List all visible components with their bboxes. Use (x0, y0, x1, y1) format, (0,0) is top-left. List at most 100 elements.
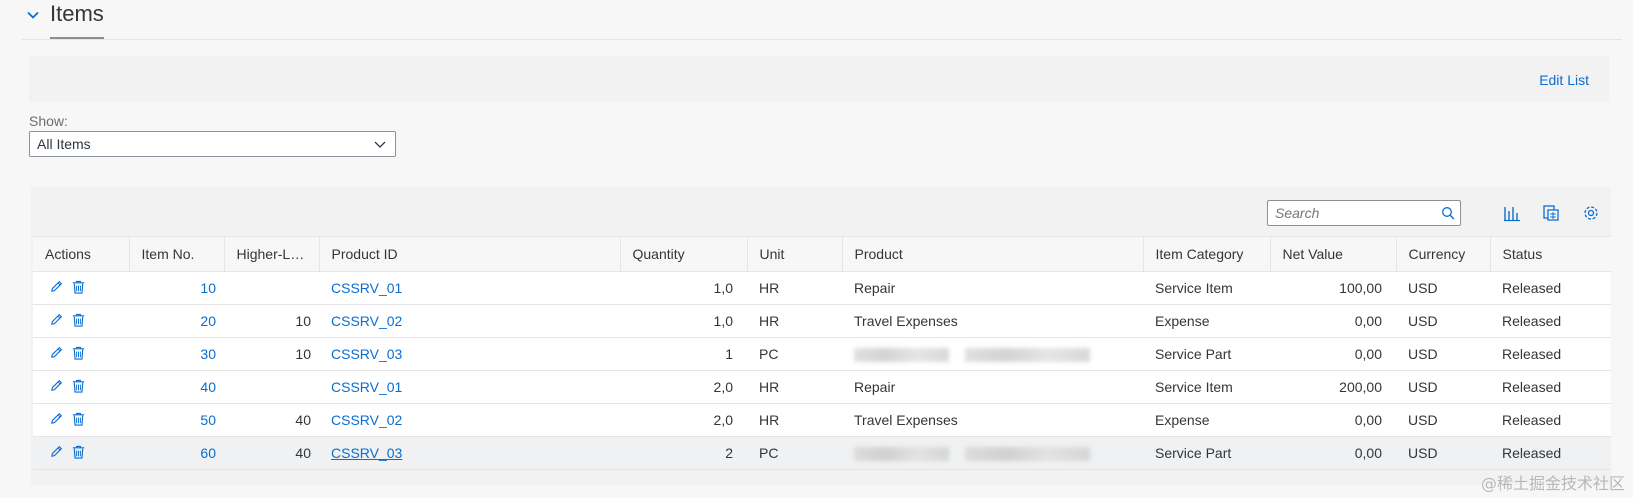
delete-trash-icon[interactable] (71, 312, 87, 328)
cell-quantity: 2,0 (620, 370, 747, 404)
table-row[interactable]: 20 10 CSSRV_02 1,0 HR Travel Expenses Ex… (33, 304, 1611, 338)
cell-item-category: Service Part (1143, 337, 1270, 371)
cell-currency: USD (1396, 370, 1490, 404)
cell-item-category: Service Item (1143, 271, 1270, 305)
product-id-link[interactable]: CSSRV_03 (331, 346, 402, 362)
column-header-item-no[interactable]: Item No. (129, 236, 225, 272)
cell-net-value: 0,00 (1270, 304, 1396, 338)
cell-product-id: CSSRV_03 (319, 337, 620, 371)
column-header-product-id[interactable]: Product ID (319, 236, 621, 272)
column-header-net-value[interactable]: Net Value (1270, 236, 1397, 272)
cell-item-no[interactable]: 30 (129, 337, 224, 371)
cell-unit: PC (747, 337, 842, 371)
column-header-unit[interactable]: Unit (747, 236, 843, 272)
table-row[interactable]: 50 40 CSSRV_02 2,0 HR Travel Expenses Ex… (33, 403, 1611, 437)
cell-quantity: 1,0 (620, 304, 747, 338)
watermark: @稀土掘金技术社区 (1480, 474, 1625, 493)
delete-trash-icon[interactable] (71, 279, 87, 295)
cell-actions (33, 370, 129, 404)
show-select-value: All Items (37, 136, 91, 152)
product-id-link[interactable]: CSSRV_02 (331, 412, 402, 428)
cell-status: Released (1490, 370, 1611, 404)
cell-product: Repair (842, 271, 1143, 305)
export-icon[interactable] (1540, 202, 1562, 224)
cell-actions (33, 337, 129, 371)
cell-currency: USD (1396, 271, 1490, 305)
column-header-actions[interactable]: Actions (33, 236, 130, 272)
sort-columns-icon[interactable] (1501, 202, 1523, 224)
cell-unit: HR (747, 370, 842, 404)
cell-product: Travel Expenses (842, 403, 1143, 437)
column-header-item-category[interactable]: Item Category (1143, 236, 1271, 272)
edit-pencil-icon[interactable] (49, 312, 65, 328)
edit-pencil-icon[interactable] (49, 378, 65, 394)
delete-trash-icon[interactable] (71, 345, 87, 361)
gear-icon[interactable] (1580, 202, 1602, 224)
table-row[interactable]: 10 CSSRV_01 1,0 HR Repair Service Item 1… (33, 271, 1611, 305)
search-icon[interactable] (1441, 206, 1455, 220)
edit-pencil-icon[interactable] (49, 345, 65, 361)
cell-product-redacted (842, 436, 1143, 470)
cell-net-value: 0,00 (1270, 337, 1396, 371)
cell-status: Released (1490, 403, 1611, 437)
title-underline (50, 37, 104, 39)
cell-currency: USD (1396, 436, 1490, 470)
delete-trash-icon[interactable] (71, 378, 87, 394)
delete-trash-icon[interactable] (71, 411, 87, 427)
cell-higher-level: 40 (224, 436, 319, 470)
column-header-quantity[interactable]: Quantity (620, 236, 748, 272)
product-id-link[interactable]: CSSRV_02 (331, 313, 402, 329)
show-select[interactable]: All Items (29, 131, 396, 157)
cell-actions (33, 271, 129, 305)
show-label: Show: (29, 113, 68, 129)
cell-quantity: 1 (620, 337, 747, 371)
table-row[interactable]: 30 10 CSSRV_03 1 PC Service Part 0,00 US… (33, 337, 1611, 371)
column-header-higher-level[interactable]: Higher-Le... (224, 236, 320, 272)
cell-quantity: 1,0 (620, 271, 747, 305)
edit-pencil-icon[interactable] (49, 444, 65, 460)
cell-actions (33, 304, 129, 338)
edit-pencil-icon[interactable] (49, 411, 65, 427)
cell-actions (33, 436, 129, 470)
edit-list-link[interactable]: Edit List (1539, 72, 1589, 88)
table-search[interactable] (1267, 200, 1461, 226)
delete-trash-icon[interactable] (71, 444, 87, 460)
cell-unit: HR (747, 304, 842, 338)
cell-currency: USD (1396, 304, 1490, 338)
table-row[interactable]: 40 CSSRV_01 2,0 HR Repair Service Item 2… (33, 370, 1611, 404)
column-header-currency[interactable]: Currency (1396, 236, 1491, 272)
cell-item-no[interactable]: 60 (129, 436, 224, 470)
collapse-chevron-icon[interactable] (24, 6, 42, 24)
cell-item-category: Expense (1143, 304, 1270, 338)
edit-pencil-icon[interactable] (49, 279, 65, 295)
product-id-link[interactable]: CSSRV_01 (331, 379, 402, 395)
cell-quantity: 2,0 (620, 403, 747, 437)
product-id-link[interactable]: CSSRV_03 (331, 445, 402, 461)
cell-unit: PC (747, 436, 842, 470)
cell-actions (33, 403, 129, 437)
cell-higher-level (224, 271, 319, 305)
cell-status: Released (1490, 337, 1611, 371)
cell-item-no[interactable]: 50 (129, 403, 224, 437)
cell-status: Released (1490, 304, 1611, 338)
cell-net-value: 100,00 (1270, 271, 1396, 305)
cell-item-no[interactable]: 40 (129, 370, 224, 404)
column-header-status[interactable]: Status (1490, 236, 1611, 272)
cell-higher-level (224, 370, 319, 404)
cell-net-value: 200,00 (1270, 370, 1396, 404)
product-id-link[interactable]: CSSRV_01 (331, 280, 402, 296)
section-header: Items (22, 0, 1622, 40)
cell-item-category: Expense (1143, 403, 1270, 437)
cell-item-no[interactable]: 20 (129, 304, 224, 338)
chevron-down-icon (373, 137, 387, 151)
cell-item-no[interactable]: 10 (129, 271, 224, 305)
cell-status: Released (1490, 271, 1611, 305)
column-header-product[interactable]: Product (842, 236, 1144, 272)
search-input[interactable] (1268, 201, 1428, 225)
table-header-row: Actions Item No. Higher-Le... Product ID… (33, 236, 1611, 272)
cell-product-id: CSSRV_03 (319, 436, 620, 470)
cell-unit: HR (747, 271, 842, 305)
cell-product: Travel Expenses (842, 304, 1143, 338)
table-row[interactable]: 60 40 CSSRV_03 2 PC Service Part 0,00 US… (33, 436, 1611, 470)
cell-product: Repair (842, 370, 1143, 404)
